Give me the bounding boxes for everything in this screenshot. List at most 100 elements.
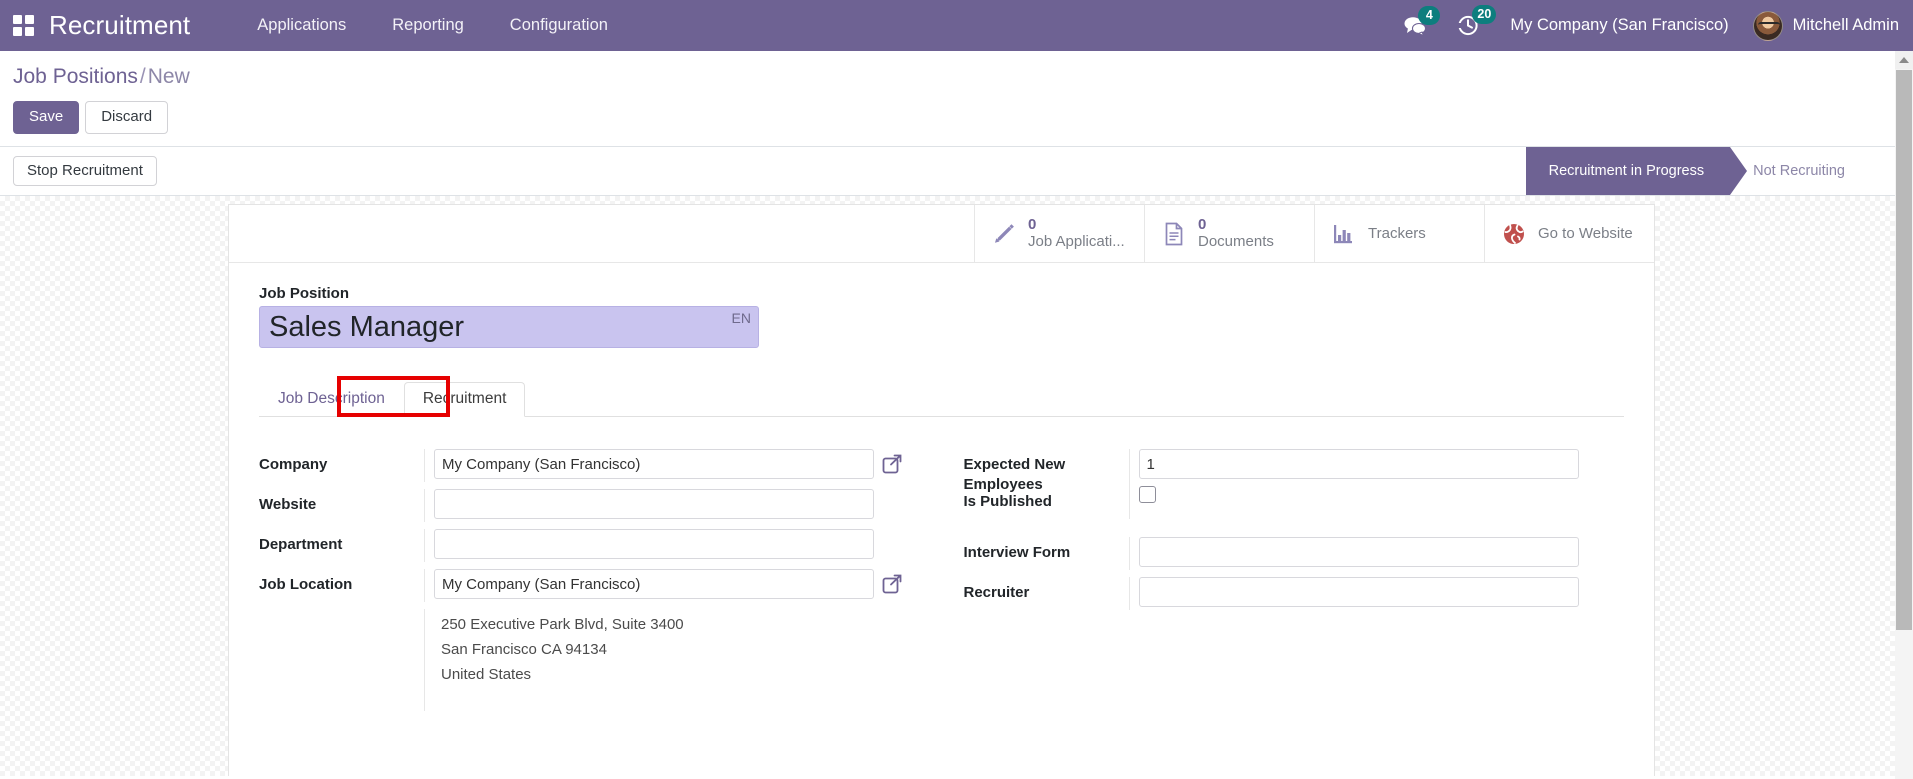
bar-chart-icon: [1331, 221, 1357, 247]
address-line-1: 250 Executive Park Blvd, Suite 3400: [441, 616, 684, 633]
stat-button-go-to-website[interactable]: Go to Website: [1484, 205, 1654, 262]
company-external-link-icon[interactable]: [882, 454, 902, 474]
stat-button-box: 0 Job Applicati... 0 Documents Trackers …: [229, 205, 1654, 263]
department-input[interactable]: [434, 529, 874, 559]
stat-label: Trackers: [1368, 224, 1426, 242]
interview-form-input[interactable]: [1138, 537, 1579, 567]
column-divider: [1128, 537, 1130, 570]
stat-button-job-applications[interactable]: 0 Job Applicati...: [974, 205, 1144, 262]
status-stage-not-recruiting[interactable]: Not Recruiting: [1730, 147, 1864, 195]
main-menu: Applications Reporting Configuration: [234, 0, 631, 51]
column-divider: [424, 569, 425, 602]
column-divider: [1128, 486, 1130, 519]
tab-job-description[interactable]: Job Description: [259, 382, 404, 417]
menu-item-configuration[interactable]: Configuration: [487, 0, 631, 51]
address-spacer-label: [259, 609, 424, 615]
is-published-label: Is Published: [963, 493, 1052, 510]
pencil-icon: [991, 221, 1017, 247]
tab-recruitment[interactable]: Recruitment: [403, 382, 526, 417]
job-location-input[interactable]: My Company (San Francisco): [434, 569, 874, 599]
app-brand-title[interactable]: Recruitment: [49, 10, 190, 41]
field-row-interview-form: Interview Form: [964, 537, 1625, 570]
is-published-checkbox[interactable]: [1138, 486, 1156, 503]
column-divider: [424, 529, 425, 562]
website-input[interactable]: [434, 489, 874, 519]
user-menu[interactable]: Mitchell Admin: [1752, 10, 1899, 41]
job-position-field-wrap: Sales Manager EN: [259, 306, 759, 348]
stat-button-text: 0 Documents: [1198, 216, 1274, 251]
company-input[interactable]: My Company (San Francisco): [434, 449, 874, 479]
stat-label: Documents: [1198, 233, 1274, 250]
menu-item-reporting[interactable]: Reporting: [369, 0, 487, 51]
job-location-label: Job Location: [259, 576, 353, 593]
department-label: Department: [259, 536, 343, 553]
address-line-2: San Francisco CA 94134: [441, 641, 607, 658]
form-view-body: 0 Job Applicati... 0 Documents Trackers …: [0, 196, 1913, 776]
column-divider: [1128, 577, 1130, 610]
notebook-tabs: Job Description Recruitment: [259, 376, 1624, 417]
discard-button[interactable]: Discard: [85, 101, 169, 134]
stat-label: Go to Website: [1538, 225, 1633, 242]
expected-new-employees-input[interactable]: 1: [1138, 449, 1579, 479]
statusbar-row: Stop Recruitment Recruitment in Progress…: [0, 147, 1913, 196]
company-label: Company: [259, 456, 328, 473]
form-sheet: 0 Job Applicati... 0 Documents Trackers …: [229, 205, 1654, 776]
address-block: 250 Executive Park Blvd, Suite 3400 San …: [434, 609, 942, 687]
form-column-right: Expected New Employees 1 Is Published In…: [942, 449, 1625, 718]
stop-recruitment-button[interactable]: Stop Recruitment: [13, 156, 157, 186]
stat-button-trackers[interactable]: Trackers: [1314, 205, 1484, 262]
field-row-is-published: Is Published: [964, 486, 1625, 519]
scrollbar-up-arrow[interactable]: [1895, 51, 1913, 69]
scrollbar-thumb[interactable]: [1896, 70, 1912, 630]
interview-form-value: [1138, 537, 1625, 567]
top-navbar: Recruitment Applications Reporting Confi…: [0, 0, 1913, 51]
expected-new-employees-value: 1: [1138, 449, 1625, 479]
chevron-up-icon: [1899, 57, 1909, 63]
recruiter-value: [1138, 577, 1625, 607]
recruitment-tab-content: Company My Company (San Francisco) Websi…: [259, 449, 1624, 718]
job-location-value: My Company (San Francisco): [434, 569, 942, 599]
messages-button[interactable]: 4: [1403, 5, 1441, 37]
stat-value: 0: [1198, 216, 1207, 233]
language-tag[interactable]: EN: [732, 310, 751, 326]
breadcrumb-item-job-positions[interactable]: Job Positions: [13, 65, 138, 88]
status-pipeline: Recruitment in Progress Not Recruiting: [1525, 147, 1864, 195]
breadcrumb-item-current: New: [147, 65, 190, 88]
column-divider: [424, 609, 425, 711]
navbar-right-section: 4 20 My Company (San Francisco) Mitchell…: [1403, 0, 1913, 51]
recruiter-input[interactable]: [1138, 577, 1579, 607]
activities-button[interactable]: 20: [1457, 5, 1497, 37]
job-location-external-link-icon[interactable]: [882, 574, 902, 594]
column-divider: [424, 449, 425, 482]
stat-value: 0: [1028, 216, 1037, 233]
activities-count-badge: 20: [1472, 5, 1497, 24]
globe-icon: [1501, 221, 1527, 247]
page-scrollbar[interactable]: [1895, 51, 1913, 779]
department-value: [434, 529, 942, 559]
form-column-left: Company My Company (San Francisco) Websi…: [259, 449, 942, 718]
apps-grid-icon[interactable]: [13, 14, 35, 37]
stat-label: Job Applicati...: [1028, 233, 1125, 250]
website-value: [434, 489, 942, 519]
user-name-label: Mitchell Admin: [1792, 16, 1899, 34]
save-button[interactable]: Save: [13, 101, 80, 134]
job-position-input[interactable]: Sales Manager: [259, 306, 759, 348]
stat-button-text: Trackers: [1368, 225, 1426, 243]
control-panel: Job Positions/New Save Discard: [0, 51, 1913, 147]
department-spacer: [882, 534, 902, 554]
stat-button-text: Go to Website: [1538, 225, 1633, 242]
breadcrumb-separator: /: [139, 65, 146, 88]
status-stage-recruitment-in-progress[interactable]: Recruitment in Progress: [1525, 147, 1747, 195]
user-avatar: [1752, 10, 1783, 41]
address-line-3: United States: [441, 666, 532, 683]
field-row-job-location: Job Location My Company (San Francisco): [259, 569, 942, 602]
menu-item-applications[interactable]: Applications: [234, 0, 369, 51]
field-row-address: 250 Executive Park Blvd, Suite 3400 San …: [259, 609, 942, 711]
company-switcher[interactable]: My Company (San Francisco): [1510, 16, 1728, 35]
field-row-company: Company My Company (San Francisco): [259, 449, 942, 482]
recruiter-label: Recruiter: [963, 584, 1030, 601]
messages-count-badge: 4: [1418, 5, 1441, 25]
stat-button-documents[interactable]: 0 Documents: [1144, 205, 1314, 262]
document-icon: [1161, 221, 1187, 247]
sheet-inner: Job Position Sales Manager EN Job Descri…: [229, 263, 1654, 718]
